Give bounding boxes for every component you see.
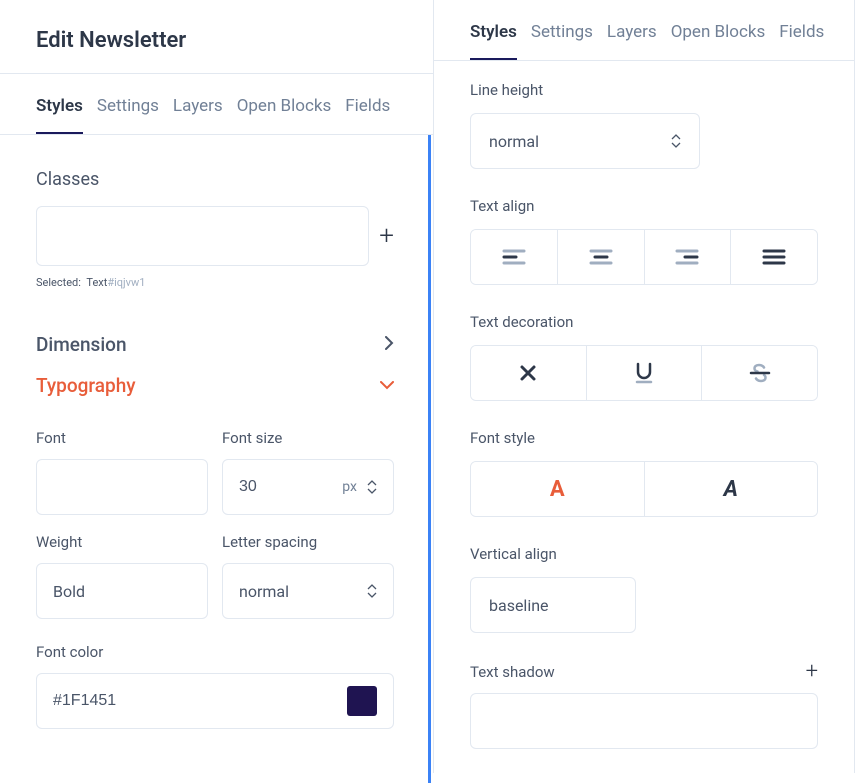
decoration-underline-button[interactable] bbox=[587, 346, 703, 400]
tab-fields[interactable]: Fields bbox=[779, 0, 824, 60]
align-left-button[interactable] bbox=[471, 230, 558, 284]
tabs-left: Styles Settings Layers Open Blocks Field… bbox=[0, 74, 433, 135]
line-height-label: Line height bbox=[470, 81, 818, 99]
text-align-label: Text align bbox=[470, 197, 818, 215]
font-style-normal-button[interactable]: A bbox=[471, 462, 645, 516]
chevron-right-icon bbox=[385, 336, 394, 354]
classes-input[interactable] bbox=[36, 206, 369, 266]
strikethrough-icon bbox=[749, 363, 771, 383]
font-italic-icon: A bbox=[724, 477, 738, 502]
tab-open-blocks[interactable]: Open Blocks bbox=[237, 74, 332, 134]
stepper-up-icon[interactable] bbox=[367, 479, 377, 486]
underline-icon bbox=[634, 362, 654, 384]
align-right-icon bbox=[675, 248, 699, 266]
weight-label: Weight bbox=[36, 533, 208, 551]
decoration-strikethrough-button[interactable] bbox=[702, 346, 817, 400]
tab-settings[interactable]: Settings bbox=[97, 74, 159, 134]
text-shadow-label: Text shadow bbox=[470, 663, 555, 681]
font-size-label: Font size bbox=[222, 429, 394, 447]
letter-spacing-label: Letter spacing bbox=[222, 533, 394, 551]
align-center-button[interactable] bbox=[558, 230, 645, 284]
stepper-up-icon[interactable] bbox=[671, 133, 681, 140]
dimension-label: Dimension bbox=[36, 333, 127, 356]
text-align-group bbox=[470, 229, 818, 285]
letter-spacing-input[interactable]: normal bbox=[222, 563, 394, 619]
selected-indicator: Selected: Text#iqjvw1 bbox=[36, 276, 394, 289]
add-class-icon[interactable]: + bbox=[379, 223, 394, 249]
text-decoration-label: Text decoration bbox=[470, 313, 818, 331]
align-right-button[interactable] bbox=[645, 230, 732, 284]
right-panel: Styles Settings Layers Open Blocks Field… bbox=[434, 0, 855, 773]
right-scroll[interactable]: Line height normal Text align bbox=[434, 61, 854, 773]
font-size-unit: px bbox=[342, 479, 357, 495]
text-decoration-group bbox=[470, 345, 818, 401]
tab-open-blocks[interactable]: Open Blocks bbox=[671, 0, 766, 60]
stepper-down-icon[interactable] bbox=[367, 488, 377, 495]
align-justify-icon bbox=[762, 248, 786, 266]
font-size-input[interactable]: px bbox=[222, 459, 394, 515]
font-normal-icon: A bbox=[550, 477, 565, 502]
tab-styles[interactable]: Styles bbox=[470, 0, 517, 60]
align-left-icon bbox=[502, 248, 526, 266]
font-style-italic-button[interactable]: A bbox=[645, 462, 818, 516]
font-input[interactable] bbox=[36, 459, 208, 515]
typography-label: Typography bbox=[36, 374, 136, 397]
align-center-icon bbox=[589, 248, 613, 266]
font-color-label: Font color bbox=[36, 643, 394, 661]
vertical-align-select[interactable]: baseline bbox=[470, 577, 636, 633]
left-scroll[interactable]: Classes + Selected: Text#iqjvw1 Dimensio… bbox=[0, 135, 431, 783]
classes-label: Classes bbox=[36, 169, 394, 190]
stepper-down-icon[interactable] bbox=[671, 142, 681, 149]
font-color-input[interactable] bbox=[36, 673, 394, 729]
dimension-accordion[interactable]: Dimension bbox=[36, 319, 394, 370]
typography-accordion[interactable]: Typography bbox=[36, 370, 394, 411]
left-panel: Edit Newsletter Styles Settings Layers O… bbox=[0, 0, 434, 773]
stepper-up-icon[interactable] bbox=[367, 583, 377, 590]
vertical-align-label: Vertical align bbox=[470, 545, 818, 563]
add-text-shadow-icon[interactable]: + bbox=[806, 661, 818, 683]
tab-settings[interactable]: Settings bbox=[531, 0, 593, 60]
text-shadow-input[interactable] bbox=[470, 693, 818, 749]
align-justify-button[interactable] bbox=[731, 230, 817, 284]
stepper-down-icon[interactable] bbox=[367, 592, 377, 599]
tab-styles[interactable]: Styles bbox=[36, 74, 83, 134]
font-label: Font bbox=[36, 429, 208, 447]
font-style-label: Font style bbox=[470, 429, 818, 447]
page-title: Edit Newsletter bbox=[0, 0, 433, 73]
tab-fields[interactable]: Fields bbox=[345, 74, 390, 134]
font-style-group: A A bbox=[470, 461, 818, 517]
weight-select[interactable]: Bold bbox=[36, 563, 208, 619]
chevron-down-icon bbox=[380, 378, 394, 394]
tab-layers[interactable]: Layers bbox=[173, 74, 223, 134]
x-icon bbox=[519, 364, 537, 382]
decoration-none-button[interactable] bbox=[471, 346, 587, 400]
line-height-select[interactable]: normal bbox=[470, 113, 700, 169]
font-color-swatch[interactable] bbox=[347, 686, 377, 716]
tabs-right: Styles Settings Layers Open Blocks Field… bbox=[434, 0, 854, 61]
tab-layers[interactable]: Layers bbox=[607, 0, 657, 60]
